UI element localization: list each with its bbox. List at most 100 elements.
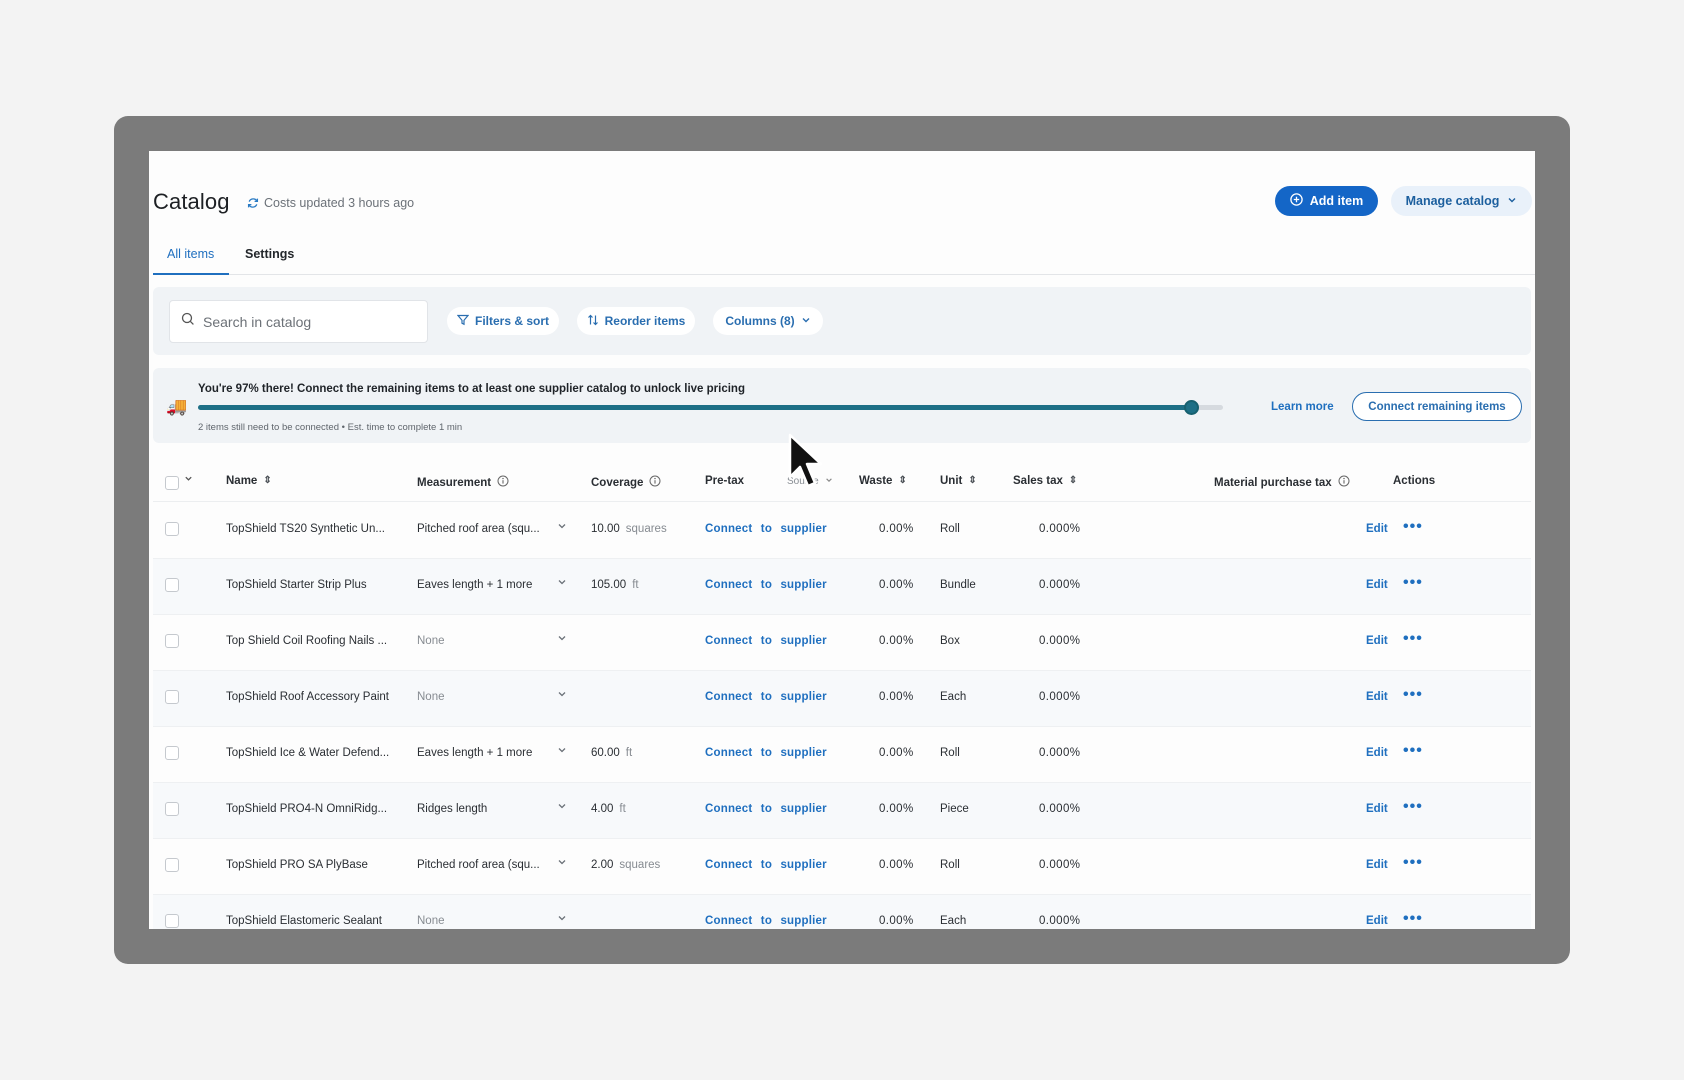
table-row[interactable]: TopShield PRO SA PlyBase Pitched roof are… [153, 839, 1531, 895]
truck-icon: 🚚 [166, 397, 188, 416]
connect-to-supplier-link[interactable]: Connect to supplier [705, 803, 827, 815]
search-input[interactable] [203, 313, 403, 330]
item-name: TopShield PRO4-N OmniRidg... [226, 803, 388, 815]
tab-all-items[interactable]: All items [152, 247, 230, 275]
edit-button[interactable]: Edit [1366, 915, 1388, 927]
manage-catalog-label: Manage catalog [1405, 194, 1500, 208]
column-measurement[interactable]: Measurement [417, 475, 509, 490]
table-row[interactable]: Top Shield Coil Roofing Nails ... None Con… [153, 615, 1531, 671]
more-options-icon[interactable]: ••• [1403, 630, 1423, 648]
chevron-down-icon[interactable] [557, 521, 567, 534]
plus-circle-icon [1290, 193, 1303, 209]
item-measurement: None [417, 691, 445, 703]
row-checkbox[interactable] [165, 578, 179, 592]
chevron-down-icon[interactable] [557, 745, 567, 758]
table-row[interactable]: TopShield Ice & Water Defend... Eaves len… [153, 727, 1531, 783]
table-header: Name ⇕ Measurement Coverage Pre-tax Sour… [153, 462, 1531, 502]
item-unit: Roll [940, 747, 960, 759]
table-row[interactable]: TopShield PRO4-N OmniRidg... Ridges lengt… [153, 783, 1531, 839]
info-icon [497, 475, 509, 490]
table-row[interactable]: TopShield TS20 Synthetic Un... Pitched ro… [153, 503, 1531, 559]
column-material-tax[interactable]: Material purchase tax [1214, 475, 1350, 490]
more-options-icon[interactable]: ••• [1403, 518, 1423, 536]
connect-to-supplier-link[interactable]: Connect to supplier [705, 523, 827, 535]
reorder-items-button[interactable]: Reorder items [577, 307, 695, 335]
progress-knob-icon [1184, 400, 1200, 415]
more-options-icon[interactable]: ••• [1403, 742, 1423, 760]
item-unit: Roll [940, 859, 960, 871]
chevron-down-icon[interactable] [557, 913, 567, 926]
more-options-icon[interactable]: ••• [1403, 854, 1423, 872]
tab-settings[interactable]: Settings [245, 247, 294, 261]
coverage-unit: squares [619, 859, 661, 871]
page-title: Catalog [153, 189, 230, 214]
coverage-value: 60.00 [591, 747, 620, 759]
coverage-value: 10.00 [591, 523, 620, 535]
connect-to-supplier-link[interactable]: Connect to supplier [705, 915, 827, 927]
edit-button[interactable]: Edit [1366, 579, 1388, 591]
item-unit: Each [940, 691, 967, 703]
item-coverage: 105.00 ft [591, 579, 639, 591]
column-waste[interactable]: Waste ⇕ [859, 475, 907, 487]
item-coverage: 2.00 squares [591, 859, 660, 871]
manage-catalog-button[interactable]: Manage catalog [1391, 186, 1532, 216]
item-unit: Each [940, 915, 967, 927]
connect-to-supplier-link[interactable]: Connect to supplier [705, 579, 827, 591]
connect-to-supplier-link[interactable]: Connect to supplier [705, 859, 827, 871]
reorder-icon [587, 314, 599, 329]
chevron-down-icon [1507, 194, 1517, 208]
column-coverage[interactable]: Coverage [591, 475, 661, 490]
more-options-icon[interactable]: ••• [1403, 686, 1423, 704]
item-name: TopShield Elastomeric Sealant [226, 915, 382, 927]
item-waste: 0.00% [879, 803, 914, 815]
row-checkbox[interactable] [165, 802, 179, 816]
refresh-icon [247, 197, 259, 209]
select-all-checkbox[interactable] [165, 476, 179, 490]
add-item-button[interactable]: Add item [1275, 186, 1378, 216]
coverage-unit: ft [619, 803, 626, 815]
row-checkbox[interactable] [165, 690, 179, 704]
table-row[interactable]: TopShield Elastomeric Sealant None Connect… [153, 895, 1531, 929]
item-measurement: None [417, 915, 445, 927]
edit-button[interactable]: Edit [1366, 691, 1388, 703]
edit-button[interactable]: Edit [1366, 635, 1388, 647]
row-checkbox[interactable] [165, 522, 179, 536]
more-options-icon[interactable]: ••• [1403, 910, 1423, 928]
column-name[interactable]: Name ⇕ [226, 475, 272, 487]
row-checkbox[interactable] [165, 746, 179, 760]
edit-button[interactable]: Edit [1366, 523, 1388, 535]
connect-to-supplier-link[interactable]: Connect to supplier [705, 747, 827, 759]
column-unit[interactable]: Unit ⇕ [940, 475, 977, 487]
row-checkbox[interactable] [165, 634, 179, 648]
chevron-down-icon[interactable] [557, 689, 567, 702]
item-sales-tax: 0.000% [1039, 635, 1081, 647]
connect-to-supplier-link[interactable]: Connect to supplier [705, 691, 827, 703]
sort-icon: ⇕ [1068, 475, 1078, 486]
chevron-down-icon[interactable] [557, 633, 567, 646]
edit-button[interactable]: Edit [1366, 803, 1388, 815]
column-unit-label: Unit [940, 475, 963, 487]
table-row[interactable]: TopShield Roof Accessory Paint None Connec… [153, 671, 1531, 727]
row-checkbox[interactable] [165, 858, 179, 872]
item-unit: Bundle [940, 579, 976, 591]
item-waste: 0.00% [879, 579, 914, 591]
learn-more-link[interactable]: Learn more [1271, 401, 1334, 413]
connect-to-supplier-link[interactable]: Connect to supplier [705, 635, 827, 647]
edit-button[interactable]: Edit [1366, 859, 1388, 871]
column-sales-tax[interactable]: Sales tax ⇕ [1013, 475, 1077, 487]
search-box[interactable] [169, 300, 428, 343]
chevron-down-icon[interactable] [557, 801, 567, 814]
columns-button[interactable]: Columns (8) [713, 307, 823, 335]
edit-button[interactable]: Edit [1366, 747, 1388, 759]
connect-remaining-button[interactable]: Connect remaining items [1352, 392, 1522, 421]
row-checkbox[interactable] [165, 914, 179, 928]
table-row[interactable]: TopShield Starter Strip Plus Eaves length… [153, 559, 1531, 615]
chevron-down-icon[interactable] [557, 577, 567, 590]
chevron-down-icon[interactable] [557, 857, 567, 870]
more-options-icon[interactable]: ••• [1403, 574, 1423, 592]
column-material-tax-label: Material purchase tax [1214, 476, 1332, 489]
more-options-icon[interactable]: ••• [1403, 798, 1423, 816]
chevron-down-icon[interactable] [184, 474, 193, 483]
filters-sort-button[interactable]: Filters & sort [447, 307, 559, 335]
column-pretax[interactable]: Pre-tax [705, 475, 744, 487]
